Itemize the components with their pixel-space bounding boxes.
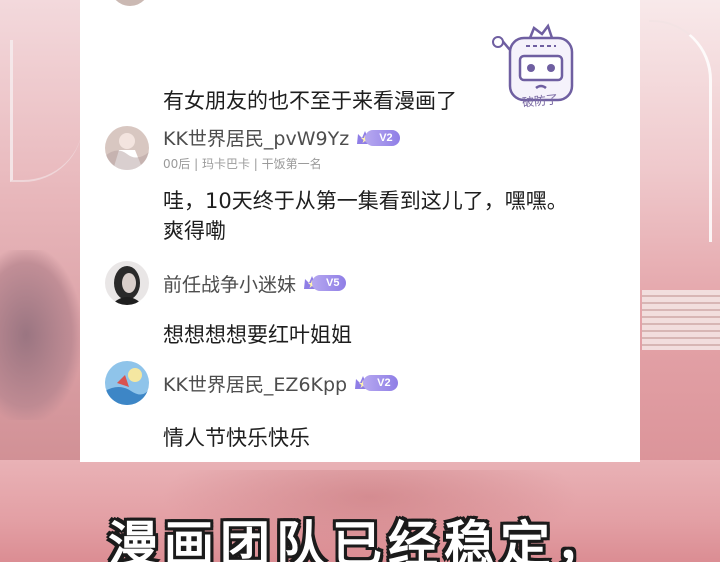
comment-text: 想想想想要红叶姐姐	[163, 323, 352, 347]
level-badge: V5	[302, 274, 347, 292]
comment-text-line: 哇，10天终于从第一集看到这儿了，嘿嘿。	[163, 189, 568, 213]
level-label: V2	[365, 129, 400, 146]
comment-text-line: 爽得嘞	[163, 219, 226, 243]
user-meta: 00后 | 玛卡巴卡 | 干饭第一名	[163, 157, 322, 171]
comment-card: 破防了 有女朋友的也不至于来看漫画了 KK世界居民_pvW9Yz V2 00后 …	[80, 0, 640, 462]
avatar[interactable]	[105, 261, 149, 305]
comment-text: 有女朋友的也不至于来看漫画了	[163, 89, 457, 113]
avatar[interactable]	[105, 126, 149, 170]
username[interactable]: 前任战争小迷妹	[163, 270, 296, 297]
background-hair-stroke-right	[649, 20, 712, 242]
manga-panel: 破防了 有女朋友的也不至于来看漫画了 KK世界居民_pvW9Yz V2 00后 …	[0, 0, 720, 562]
comment-author: KK世界居民_EZ6Kpp V2	[105, 361, 398, 405]
comment-author: 前任战争小迷妹 V5	[105, 261, 347, 305]
username[interactable]: KK世界居民_pvW9Yz	[163, 124, 349, 151]
background-shadow	[0, 250, 80, 420]
comment-text: 情人节快乐快乐	[163, 426, 310, 450]
level-badge: V2	[353, 374, 398, 392]
level-badge: V2	[355, 129, 400, 147]
avatar[interactable]	[105, 361, 149, 405]
avatar[interactable]	[110, 0, 150, 6]
manga-caption: 漫画团队已经稳定，	[108, 516, 612, 562]
background-book	[642, 290, 720, 350]
level-label: V5	[312, 275, 347, 291]
username[interactable]: KK世界居民_EZ6Kpp	[163, 370, 347, 397]
comment-author: KK世界居民_pvW9Yz V2 00后 | 玛卡巴卡 | 干饭第一名	[105, 124, 400, 171]
level-label: V2	[363, 375, 398, 391]
